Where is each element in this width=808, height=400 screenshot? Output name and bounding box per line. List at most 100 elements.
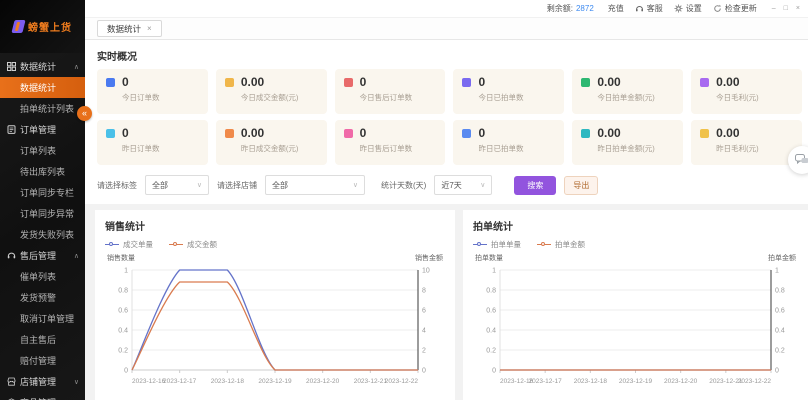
tab-data-statistics[interactable]: 数据统计 ×: [97, 20, 162, 37]
section-title: 实时概况: [97, 52, 137, 63]
close-icon[interactable]: ×: [796, 5, 800, 12]
stat-label: 昨日成交金额(元): [240, 144, 299, 154]
svg-text:0.2: 0.2: [775, 348, 785, 355]
svg-text:8: 8: [422, 288, 426, 295]
sidebar-item-label: 发货失败列表: [20, 230, 75, 240]
maximize-icon[interactable]: □: [784, 5, 788, 12]
svg-text:2023-12-16: 2023-12-16: [132, 378, 166, 385]
sidebar-item-6[interactable]: 订单同步专栏: [0, 182, 85, 203]
recharge-link[interactable]: 充值: [608, 3, 624, 14]
grid-icon: [7, 62, 16, 71]
sidebar-item-13[interactable]: 自主售后: [0, 329, 85, 350]
sidebar-item-8[interactable]: 发货失败列表: [0, 224, 85, 245]
stat-card-1: 0.00 今日成交金额(元): [215, 69, 327, 114]
stat-card-9: 0 昨日已拍单数: [453, 120, 565, 165]
check-update-button[interactable]: 检查更新: [713, 3, 757, 14]
stat-icon: [343, 78, 353, 87]
svg-text:2023-12-22: 2023-12-22: [738, 378, 772, 385]
sidebar-item-2[interactable]: 拍单统计列表: [0, 98, 85, 119]
sidebar-item-16[interactable]: 商品管理: [0, 392, 85, 400]
export-button[interactable]: 导出: [564, 175, 599, 195]
filter-bar: 请选择标签 全部 ∨ 请选择店铺 全部 ∨ 统计天数(天) 近7天 ∨ 搜索 导出: [97, 175, 808, 195]
svg-text:10: 10: [422, 268, 430, 275]
stat-value: 0.00: [597, 75, 621, 89]
svg-text:0: 0: [124, 368, 128, 375]
stat-card-10: 0.00 昨日拍单金额(元): [572, 120, 684, 165]
sidebar-item-label: 催单列表: [20, 272, 57, 282]
customer-service-button[interactable]: 客服: [635, 3, 663, 14]
svg-text:拍单金额: 拍单金额: [768, 253, 796, 262]
sidebar-item-11[interactable]: 发货预警: [0, 287, 85, 308]
stat-value: 0: [122, 126, 129, 140]
order-icon: [7, 125, 16, 134]
tab-label: 数据统计: [107, 23, 142, 34]
order-chart-title: 拍单统计: [473, 222, 513, 233]
stat-value: 0.00: [240, 75, 265, 89]
sidebar-item-label: 取消订单管理: [20, 314, 75, 324]
chat-float-button[interactable]: [788, 146, 808, 174]
stat-card-7: 0.00 昨日成交金额(元): [215, 120, 327, 165]
stat-label: 昨日毛利(元): [716, 144, 759, 154]
sidebar-item-label: 订单同步专栏: [20, 188, 75, 198]
legend-marker: [169, 242, 183, 247]
legend-item-成交单量[interactable]: 成交单量: [105, 239, 153, 250]
sidebar-item-1-active[interactable]: 数据统计: [0, 77, 85, 98]
stat-label: 今日成交金额(元): [240, 93, 299, 103]
sidebar-item-15[interactable]: 店铺管理 ∨: [0, 371, 85, 392]
search-button[interactable]: 搜索: [514, 175, 557, 195]
stat-card-6: 0 昨日订单数: [97, 120, 208, 165]
store-select[interactable]: 全部 ∨: [265, 175, 365, 195]
svg-text:0: 0: [422, 368, 426, 375]
app-logo: 螃蟹上货: [0, 0, 85, 53]
sidebar-item-12[interactable]: 取消订单管理: [0, 308, 85, 329]
gear-icon: [674, 4, 683, 13]
sidebar-item-9[interactable]: 售后管理 ∧: [0, 245, 85, 266]
svg-text:2: 2: [422, 348, 426, 355]
sidebar-item-label: 拍单统计列表: [20, 104, 75, 114]
sidebar-item-5[interactable]: 待出库列表: [0, 161, 85, 182]
sidebar-item-0[interactable]: 数据统计 ∧: [0, 56, 85, 77]
top-header: 剩余额: 2872 充值 客服 设置 检查更新 – □ ×: [85, 0, 808, 18]
settings-button[interactable]: 设置: [674, 3, 702, 14]
stat-icon: [462, 78, 472, 87]
sidebar-item-label: 数据统计: [20, 62, 57, 72]
balance-label: 剩余额:: [546, 4, 573, 13]
minimize-icon[interactable]: –: [772, 5, 776, 12]
svg-text:0.4: 0.4: [775, 328, 785, 335]
days-select[interactable]: 近7天 ∨: [434, 175, 493, 195]
stat-cards: 0 今日订单数 0.00 今日成交金额(元) 0 今日售后订单数 0 今日已拍单数 0.00 今日…: [85, 69, 808, 165]
legend-item-拍单金额[interactable]: 拍单金额: [537, 239, 585, 250]
svg-text:2023-12-17: 2023-12-17: [529, 378, 563, 385]
stat-label: 今日售后订单数: [359, 93, 413, 103]
order-chart-legend: 拍单单量 拍单金额: [473, 239, 798, 250]
svg-text:0.4: 0.4: [118, 328, 128, 335]
stat-value: 0.00: [716, 126, 740, 140]
sidebar-item-7[interactable]: 订单同步异常: [0, 203, 85, 224]
sidebar-item-3[interactable]: 订单管理: [0, 119, 85, 140]
sidebar-item-label: 数据统计: [20, 83, 57, 93]
svg-text:0.2: 0.2: [486, 348, 496, 355]
sidebar-item-label: 订单列表: [20, 146, 57, 156]
stat-value: 0.00: [716, 75, 740, 89]
stat-icon: [581, 129, 591, 138]
chevron-down-icon: ∨: [352, 182, 358, 189]
sidebar-item-14[interactable]: 赔付管理: [0, 350, 85, 371]
stat-icon: [462, 129, 472, 138]
legend-item-拍单单量[interactable]: 拍单单量: [473, 239, 521, 250]
sidebar-item-10[interactable]: 催单列表: [0, 266, 85, 287]
svg-text:1: 1: [124, 268, 128, 275]
tag-select[interactable]: 全部 ∨: [145, 175, 209, 195]
days-filter-label: 统计天数(天): [381, 180, 427, 190]
tab-close-icon[interactable]: ×: [147, 24, 152, 33]
svg-text:拍单数量: 拍单数量: [475, 253, 503, 262]
svg-text:2023-12-19: 2023-12-19: [258, 378, 292, 385]
sidebar-item-label: 订单同步异常: [20, 209, 75, 219]
svg-text:0.6: 0.6: [775, 308, 785, 315]
shop-icon: [7, 377, 16, 386]
legend-item-成交金额[interactable]: 成交金额: [169, 239, 217, 250]
sidebar-collapse-button[interactable]: «: [77, 106, 92, 121]
svg-text:销售数量: 销售数量: [107, 253, 135, 262]
sidebar-item-label: 待出库列表: [20, 167, 66, 177]
sidebar-item-4[interactable]: 订单列表: [0, 140, 85, 161]
sidebar-item-label: 商品管理: [20, 396, 56, 400]
